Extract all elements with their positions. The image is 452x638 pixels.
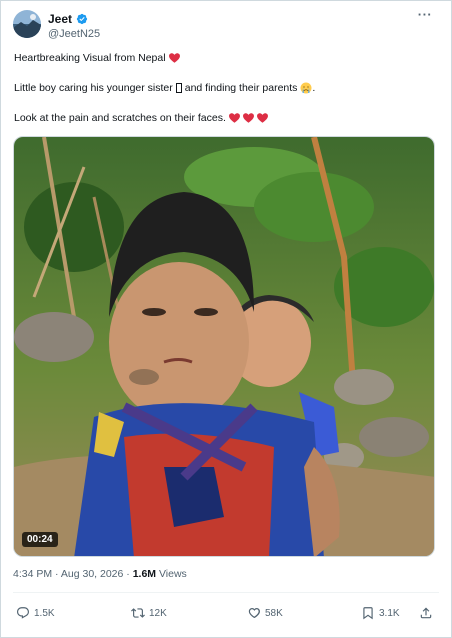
author-display-name[interactable]: Jeet (48, 12, 72, 26)
like-icon (248, 608, 260, 619)
share-button[interactable] (419, 606, 433, 620)
tweet-card: Jeet @JeetN25 ··· Heartbreaking Visual f… (0, 0, 452, 638)
tweet-time[interactable]: 4:34 PM (13, 568, 52, 580)
like-count: 58K (265, 607, 283, 619)
author-name-row[interactable]: Jeet (48, 12, 88, 26)
video-thumbnail (14, 137, 434, 556)
views-label: Views (158, 568, 187, 580)
video-player[interactable] (13, 136, 435, 557)
meta-separator: · (55, 568, 59, 580)
tweet-date[interactable]: Aug 30, 2026 (61, 568, 123, 580)
share-icon (420, 607, 432, 619)
repost-count: 12K (149, 607, 167, 619)
repost-icon (131, 608, 145, 618)
red-heart-icon (168, 53, 180, 63)
tweet-text-line-2a: Little boy caring his younger sister (14, 82, 173, 94)
more-icon[interactable]: ··· (415, 8, 435, 25)
meta-separator: · (126, 568, 130, 580)
bookmark-button[interactable]: 3.1K (361, 606, 400, 620)
red-heart-icon (242, 113, 254, 123)
tweet-text-line-1-text: Heartbreaking Visual from Nepal (14, 52, 166, 64)
video-duration-badge: 00:24 (22, 532, 58, 547)
verified-badge-icon (76, 13, 88, 25)
reply-count: 1.5K (34, 607, 55, 619)
tweet-text-line-1: Heartbreaking Visual from Nepal (14, 52, 180, 64)
tweet-text-line-3-text: Look at the pain and scratches on their … (14, 112, 226, 124)
views-count: 1.6M (132, 568, 157, 580)
missing-glyph-icon (175, 83, 182, 93)
bookmark-icon (363, 607, 373, 620)
like-button[interactable]: 58K (247, 606, 283, 620)
avatar[interactable] (13, 10, 41, 38)
crying-face-icon (300, 82, 312, 94)
bookmark-count: 3.1K (379, 607, 400, 619)
red-heart-icon (228, 113, 240, 123)
tweet-text-line-2b: and finding their parents (184, 82, 298, 94)
reply-icon (17, 607, 29, 619)
tweet-text-line-2: Little boy caring his younger sister and… (14, 82, 315, 94)
tweet-meta: 4:34 PM · Aug 30, 2026 · 1.6M Views (13, 568, 187, 580)
tweet-text-line-2-end: . (312, 82, 316, 94)
divider (13, 592, 439, 593)
avatar-image (13, 10, 41, 38)
repost-button[interactable]: 12K (131, 606, 167, 620)
red-heart-icon (256, 113, 268, 123)
tweet-text-line-3: Look at the pain and scratches on their … (14, 112, 268, 124)
reply-button[interactable]: 1.5K (16, 606, 55, 620)
author-handle[interactable]: @JeetN25 (48, 28, 100, 40)
